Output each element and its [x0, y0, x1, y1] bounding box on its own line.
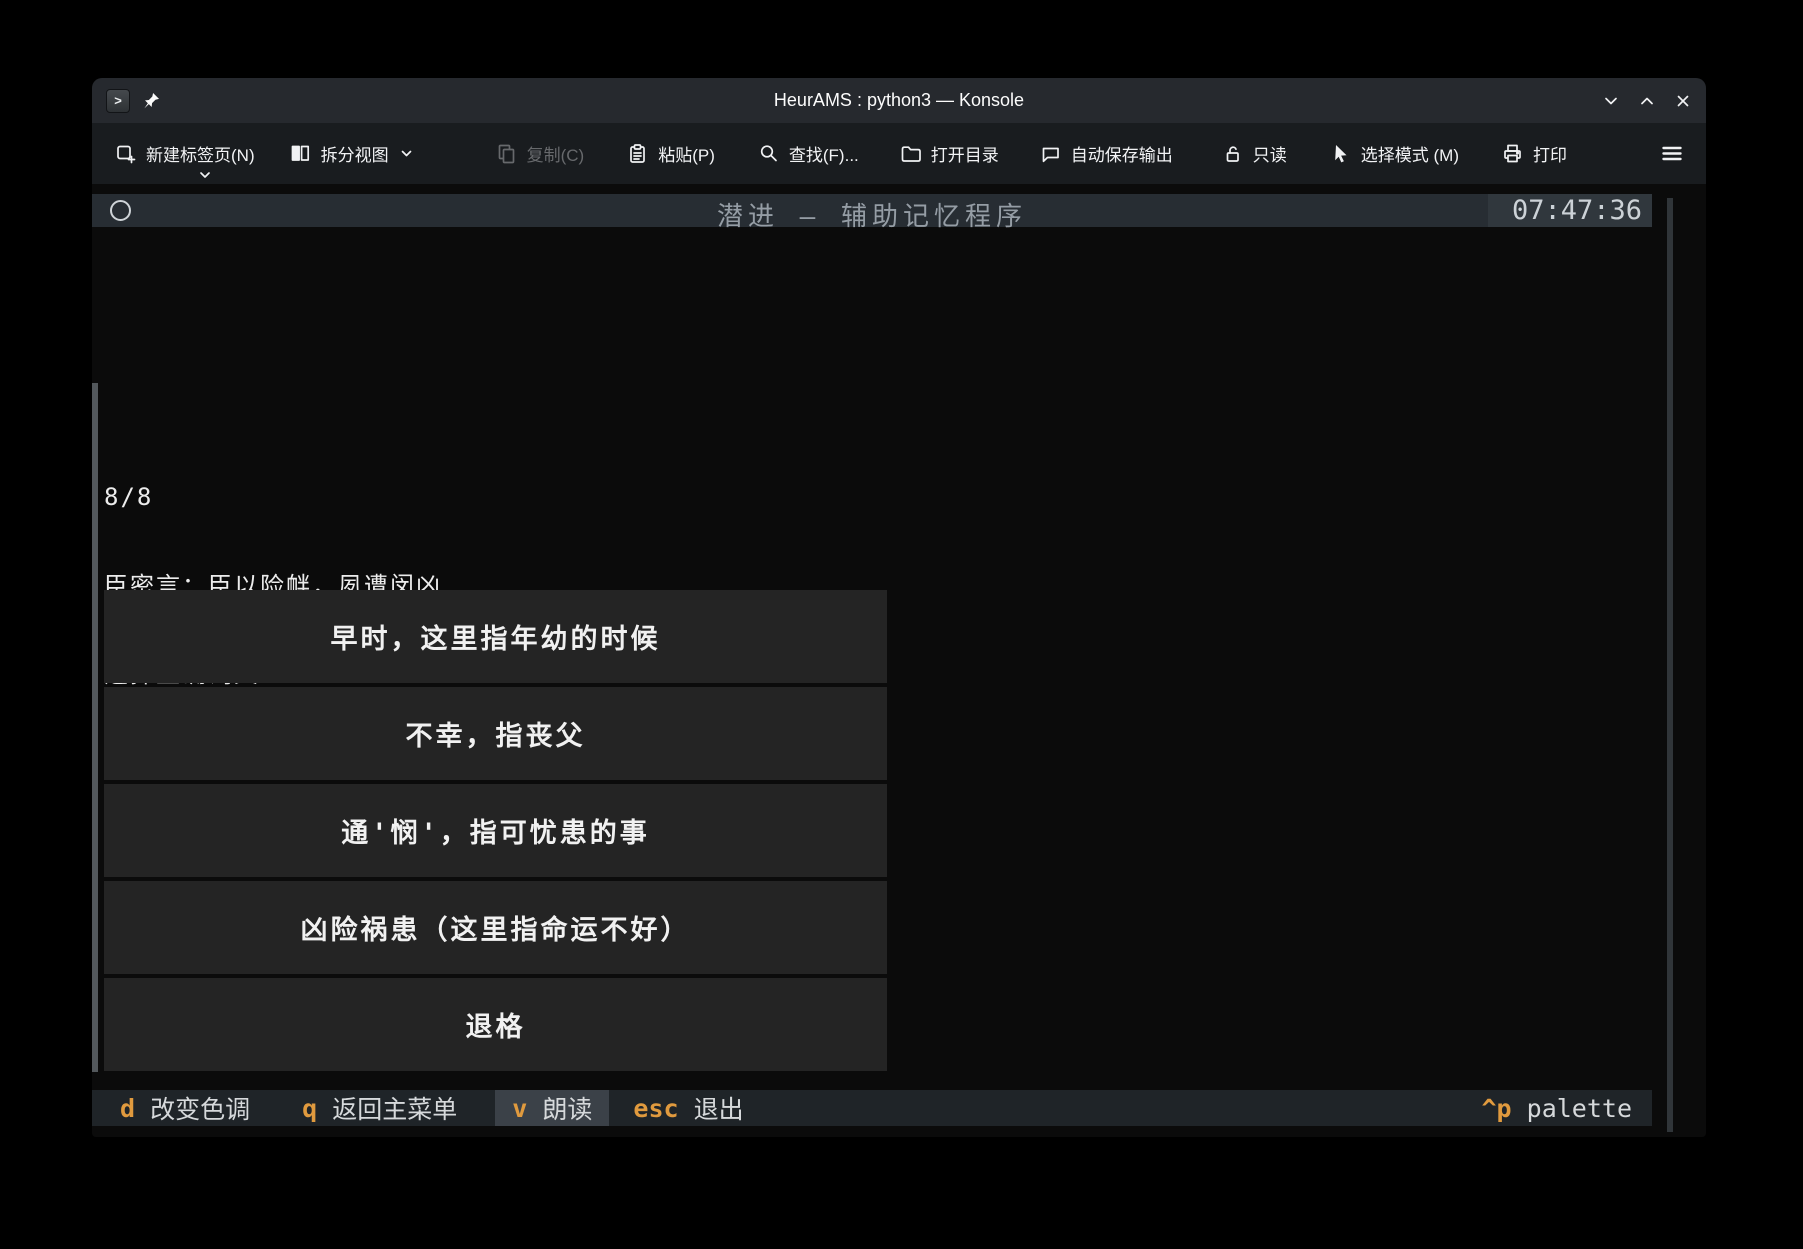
chevron-up-icon	[1637, 91, 1657, 111]
printer-icon	[1501, 142, 1524, 165]
key-description: 朗读	[542, 1090, 592, 1126]
close-icon	[1673, 91, 1693, 111]
cursor-icon	[1329, 142, 1352, 165]
key-description: 退出	[694, 1090, 744, 1126]
close-button[interactable]	[1672, 90, 1694, 112]
konsole-window: > HeurAMS : python3 — Konsole	[92, 78, 1706, 1137]
key-label: v	[512, 1094, 527, 1123]
titlebar[interactable]: > HeurAMS : python3 — Konsole	[92, 78, 1706, 123]
key-description: 返回主菜单	[332, 1090, 457, 1126]
tui-header: 潜进 – 辅助记忆程序 07:47:36	[92, 194, 1652, 227]
key-label: q	[302, 1094, 317, 1123]
copy-button: 复制(C)	[491, 132, 589, 176]
chevron-down-icon	[199, 171, 211, 179]
key-label: esc	[633, 1094, 678, 1123]
folder-icon	[899, 142, 922, 165]
open-directory-button[interactable]: 打开目录	[895, 132, 1003, 176]
footer-key-palette[interactable]: ^p palette	[1467, 1090, 1646, 1126]
option-button-1[interactable]: 早时，这里指年幼的时候	[104, 590, 887, 683]
right-scrollbar[interactable]	[1667, 198, 1673, 1132]
find-label: 查找(F)...	[789, 141, 859, 166]
key-description: palette	[1527, 1094, 1632, 1123]
autosave-output-label: 自动保存输出	[1071, 141, 1173, 166]
maximize-button[interactable]	[1636, 90, 1658, 112]
option-button-4[interactable]: 凶险祸患（这里指命运不好）	[104, 881, 887, 974]
footer-key-v[interactable]: v 朗读	[495, 1090, 609, 1126]
read-only-label: 只读	[1253, 141, 1287, 166]
print-label: 打印	[1533, 141, 1567, 166]
left-scrollbar[interactable]	[92, 383, 98, 1072]
footer-key-d[interactable]: d 改变色调	[106, 1090, 264, 1126]
select-mode-label: 选择模式 (M)	[1361, 141, 1459, 166]
terminal-screen[interactable]: 潜进 – 辅助记忆程序 07:47:36 8/8 臣密言：臣以险衅，夙遭闵凶. …	[92, 184, 1706, 1137]
new-tab-button[interactable]: 新建标签页(N)	[110, 132, 259, 176]
find-button[interactable]: 查找(F)...	[753, 132, 863, 176]
paste-icon	[626, 142, 649, 165]
footer-key-q[interactable]: q 返回主菜单	[288, 1090, 471, 1126]
read-only-button[interactable]: 只读	[1217, 132, 1291, 176]
key-label: d	[120, 1094, 135, 1123]
split-view-icon	[289, 142, 312, 165]
tui-footer: d 改变色调 q 返回主菜单 v 朗读 esc 退出 ^p palette	[92, 1090, 1652, 1126]
chevron-down-icon	[400, 149, 413, 158]
paste-button[interactable]: 粘贴(P)	[622, 132, 719, 176]
split-view-button[interactable]: 拆分视图	[285, 132, 417, 176]
unlock-icon	[1221, 142, 1244, 165]
chevron-down-icon	[1601, 91, 1621, 111]
tui-title: 潜进 – 辅助记忆程序	[92, 196, 1652, 233]
copy-label: 复制(C)	[527, 141, 585, 166]
new-tab-label: 新建标签页(N)	[146, 141, 255, 166]
search-icon	[757, 142, 780, 165]
menu-button[interactable]	[1656, 132, 1688, 176]
new-tab-icon	[114, 142, 137, 165]
paste-label: 粘贴(P)	[658, 141, 715, 166]
answer-options-list: 早时，这里指年幼的时候 不幸，指丧父 通'悯'，指可忧患的事 凶险祸患（这里指命…	[104, 590, 887, 1071]
autosave-output-button[interactable]: 自动保存输出	[1035, 132, 1177, 176]
toolbar: 新建标签页(N) 拆分视图 复制	[92, 123, 1706, 184]
tui-clock: 07:47:36	[1488, 194, 1652, 227]
window-controls	[1600, 90, 1694, 112]
option-button-2[interactable]: 不幸，指丧父	[104, 687, 887, 780]
option-button-backspace[interactable]: 退格	[104, 978, 887, 1071]
minimize-button[interactable]	[1600, 90, 1622, 112]
open-directory-label: 打开目录	[931, 141, 999, 166]
window-title: HeurAMS : python3 — Konsole	[92, 90, 1706, 111]
output-bubble-icon	[1039, 142, 1062, 165]
key-label: ^p	[1481, 1094, 1511, 1123]
key-description: 改变色调	[150, 1090, 250, 1126]
split-view-label: 拆分视图	[321, 141, 389, 166]
option-button-3[interactable]: 通'悯'，指可忧患的事	[104, 784, 887, 877]
copy-icon	[495, 142, 518, 165]
select-mode-button[interactable]: 选择模式 (M)	[1325, 132, 1463, 176]
print-button[interactable]: 打印	[1497, 132, 1571, 176]
hamburger-menu-icon	[1660, 142, 1684, 165]
screenshot-stage: > HeurAMS : python3 — Konsole	[0, 0, 1803, 1249]
progress-counter: 8/8	[104, 483, 458, 513]
footer-key-esc[interactable]: esc 退出	[619, 1090, 757, 1126]
